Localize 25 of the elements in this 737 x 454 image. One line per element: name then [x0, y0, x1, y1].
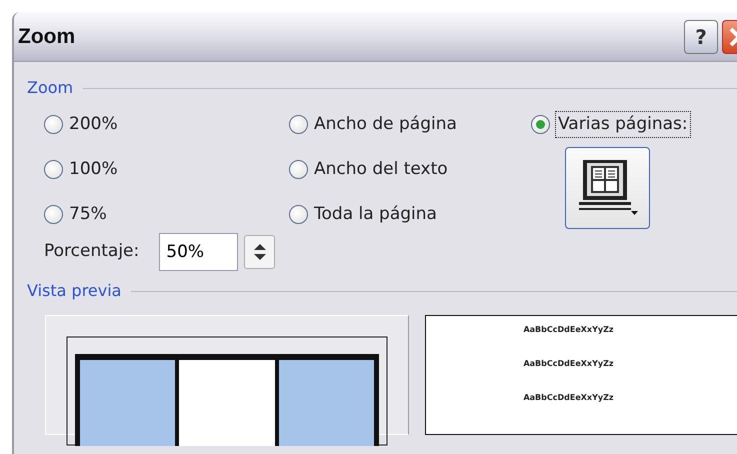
- spin-button[interactable]: [244, 235, 276, 269]
- option-label[interactable]: Toda la página: [314, 202, 437, 228]
- option-label[interactable]: Ancho del texto: [314, 156, 448, 182]
- radio-button[interactable]: [289, 115, 308, 134]
- group-label: Zoom: [27, 77, 74, 99]
- percentage-field[interactable]: 50%: [159, 233, 238, 271]
- option-label[interactable]: Ancho de página: [314, 112, 457, 138]
- radio-button[interactable]: [44, 160, 63, 179]
- radio-button[interactable]: [531, 115, 550, 134]
- sample-text: AaBbCcDdEeXxYyZz: [522, 324, 615, 336]
- help-button[interactable]: ?: [684, 20, 718, 54]
- option-label[interactable]: 200%: [69, 112, 118, 138]
- field-label: Porcentaje:: [44, 240, 140, 264]
- option-label[interactable]: 100%: [69, 156, 118, 182]
- sample-text: AaBbCcDdEeXxYyZz: [522, 392, 615, 404]
- radio-button[interactable]: [289, 160, 308, 179]
- option-label[interactable]: Varias páginas:: [556, 112, 690, 138]
- multiple-pages-button[interactable]: [565, 147, 650, 229]
- radio-button[interactable]: [44, 115, 63, 134]
- option-label[interactable]: 75%: [69, 202, 107, 228]
- sample-text: AaBbCcDdEeXxYyZz: [522, 358, 615, 370]
- radio-button[interactable]: [44, 205, 63, 224]
- window-title: Zoom: [18, 24, 76, 50]
- radio-button[interactable]: [289, 205, 308, 224]
- group-label: Vista previa: [27, 280, 122, 302]
